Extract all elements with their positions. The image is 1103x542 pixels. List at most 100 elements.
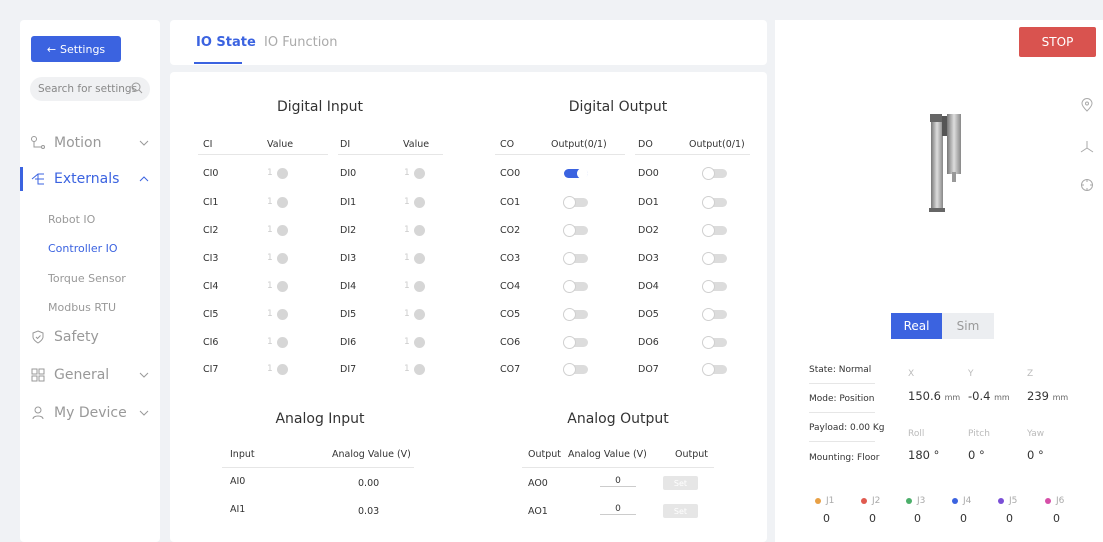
payload-label: Payload: 0.00 Kg xyxy=(809,423,885,433)
mode-label: Mode: Position xyxy=(809,394,875,404)
col-header-output-set: Output xyxy=(675,449,708,460)
joint-color-dot xyxy=(998,497,1004,504)
co-output-toggle[interactable] xyxy=(564,197,588,208)
col-header-output: Output xyxy=(528,449,561,460)
co-output-toggle[interactable] xyxy=(564,309,588,320)
ci-value-text: 1 xyxy=(267,168,273,178)
do-output-toggle[interactable] xyxy=(703,168,727,179)
joint-label: J2 xyxy=(861,496,880,506)
do-output-toggle[interactable] xyxy=(703,253,727,264)
axis-z-label: Z xyxy=(1027,369,1034,379)
mode-sim-button[interactable]: Sim xyxy=(942,313,994,339)
ai1-value: 0.03 xyxy=(358,506,380,517)
nav-motion[interactable]: Motion xyxy=(20,131,160,155)
sub-robot-io[interactable]: Robot IO xyxy=(48,213,95,226)
search-icon xyxy=(131,82,143,94)
ci-value-text: 1 xyxy=(267,225,273,235)
chevron-down-icon xyxy=(139,372,149,378)
col-header-ci: CI xyxy=(203,139,213,150)
co-output-toggle[interactable] xyxy=(564,281,588,292)
pos-x-number: 150.6 xyxy=(908,389,941,403)
di-led-indicator xyxy=(414,168,425,179)
ci-value-text: 1 xyxy=(267,364,273,374)
di-value-text: 1 xyxy=(404,309,410,319)
chevron-up-icon xyxy=(139,176,149,182)
nav-general[interactable]: General xyxy=(20,363,160,387)
analog-input-title: Analog Input xyxy=(275,411,365,427)
ci-led-indicator xyxy=(277,253,288,264)
do-output-toggle[interactable] xyxy=(703,197,727,208)
divider xyxy=(338,154,443,155)
do-output-toggle[interactable] xyxy=(703,281,727,292)
axis-yaw-label: Yaw xyxy=(1027,429,1045,439)
co-label: CO6 xyxy=(500,337,521,348)
sub-controller-io[interactable]: Controller IO xyxy=(48,242,118,255)
active-tab-indicator xyxy=(194,62,242,64)
location-pin-icon[interactable] xyxy=(1080,98,1094,112)
tab-io-function[interactable]: IO Function xyxy=(264,35,338,50)
joint-color-dot xyxy=(906,497,912,504)
axis-x-label: X xyxy=(908,369,915,379)
co-output-toggle[interactable] xyxy=(564,337,588,348)
joint-value: 0 xyxy=(823,512,830,525)
co-label: CO5 xyxy=(500,309,521,320)
co-output-toggle[interactable] xyxy=(564,253,588,264)
ci-label: CI2 xyxy=(203,225,219,236)
joint-color-dot xyxy=(1045,497,1051,504)
stop-button[interactable]: STOP xyxy=(1019,27,1096,57)
do-label: DO5 xyxy=(638,309,659,320)
nav-my-device[interactable]: My Device xyxy=(20,401,160,425)
di-led-indicator xyxy=(414,337,425,348)
sub-torque-sensor[interactable]: Torque Sensor xyxy=(48,272,126,285)
axes-icon[interactable] xyxy=(1080,140,1094,154)
sub-modbus-rtu[interactable]: Modbus RTU xyxy=(48,301,116,314)
io-state-panel: Digital Input Digital Output CI Value DI… xyxy=(170,72,767,542)
mode-real-button[interactable]: Real xyxy=(891,313,942,339)
do-output-toggle[interactable] xyxy=(703,337,727,348)
col-header-di-value: Value xyxy=(403,139,430,150)
di-led-indicator xyxy=(414,253,425,264)
do-label: DO3 xyxy=(638,253,659,264)
do-label: DO6 xyxy=(638,337,659,348)
ci-value-text: 1 xyxy=(267,309,273,319)
do-output-toggle[interactable] xyxy=(703,364,727,375)
crosshair-icon[interactable] xyxy=(1080,178,1094,192)
di-led-indicator xyxy=(414,281,425,292)
ao0-set-button[interactable]: Set xyxy=(663,476,698,490)
ao1-set-button[interactable]: Set xyxy=(663,504,698,518)
pos-x-value: 150.6 mm xyxy=(908,389,960,403)
co-output-toggle[interactable] xyxy=(564,168,588,179)
joint-name: J1 xyxy=(826,496,835,506)
di-label: DI0 xyxy=(340,168,357,179)
do-output-toggle[interactable] xyxy=(703,309,727,320)
divider xyxy=(522,467,714,468)
do-output-toggle[interactable] xyxy=(703,225,727,236)
joint-label: J5 xyxy=(998,496,1017,506)
joint-value: 0 xyxy=(869,512,876,525)
co-output-toggle[interactable] xyxy=(564,364,588,375)
chevron-down-icon xyxy=(139,410,149,416)
di-value-text: 1 xyxy=(404,168,410,178)
joint-value: 0 xyxy=(960,512,967,525)
ci-led-indicator xyxy=(277,168,288,179)
nav-safety[interactable]: Safety xyxy=(20,325,160,349)
ao0-value-input[interactable]: 0 xyxy=(600,476,636,487)
di-led-indicator xyxy=(414,197,425,208)
co-output-toggle[interactable] xyxy=(564,225,588,236)
joint-label: J4 xyxy=(952,496,971,506)
pos-unit: mm xyxy=(1052,393,1069,402)
ci-value-text: 1 xyxy=(267,337,273,347)
ci-led-indicator xyxy=(277,309,288,320)
robot-status-panel: STOP Real Sim State: Normal Mode: Positi… xyxy=(775,20,1103,542)
do-label: DO0 xyxy=(638,168,659,179)
di-value-text: 1 xyxy=(404,197,410,207)
settings-back-button[interactable]: ← Settings xyxy=(31,36,121,62)
nav-motion-label: Motion xyxy=(54,135,102,151)
tab-io-state[interactable]: IO State xyxy=(196,35,256,50)
divider xyxy=(635,154,750,155)
divider xyxy=(809,441,875,442)
ao1-value-input[interactable]: 0 xyxy=(600,504,636,515)
nav-externals[interactable]: Externals xyxy=(20,167,160,191)
search-input[interactable]: Search for settings xyxy=(30,77,150,101)
co-label: CO0 xyxy=(500,168,521,179)
